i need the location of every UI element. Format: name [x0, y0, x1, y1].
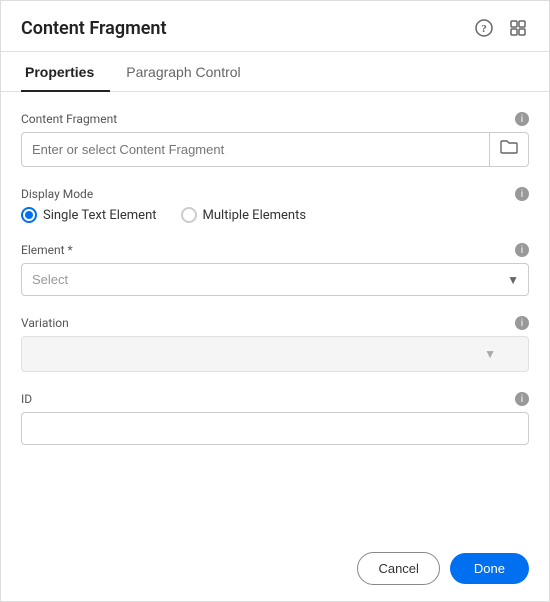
radio-single-input[interactable] [21, 207, 37, 223]
variation-arrow-icon: ▼ [484, 347, 496, 361]
folder-icon [500, 139, 518, 155]
tab-paragraph-control[interactable]: Paragraph Control [122, 52, 256, 92]
header-icons: ? [473, 17, 529, 39]
content-fragment-group: Content Fragment i [21, 112, 529, 167]
display-mode-radio-group: Single Text Element Multiple Elements [21, 207, 529, 223]
variation-label-row: Variation i [21, 316, 529, 330]
display-mode-label-row: Display Mode i [21, 187, 529, 201]
display-mode-info-icon[interactable]: i [515, 187, 529, 201]
help-icon: ? [475, 19, 493, 37]
panel-footer: Cancel Done [1, 536, 549, 601]
variation-select-disabled: ▼ [21, 336, 529, 372]
radio-multiple-input[interactable] [181, 207, 197, 223]
radio-single-label: Single Text Element [43, 208, 157, 223]
radio-single-text-element[interactable]: Single Text Element [21, 207, 157, 223]
variation-group: Variation i ▼ [21, 316, 529, 372]
id-group: ID i [21, 392, 529, 445]
done-button[interactable]: Done [450, 553, 529, 584]
content-fragment-info-icon[interactable]: i [515, 112, 529, 126]
expand-icon-button[interactable] [507, 17, 529, 39]
id-label: ID [21, 392, 32, 406]
content-fragment-input-wrapper [21, 132, 529, 167]
display-mode-label: Display Mode [21, 187, 93, 201]
element-info-icon[interactable]: i [515, 243, 529, 257]
element-select-wrapper: Select ▼ [21, 263, 529, 296]
content-fragment-input[interactable] [22, 134, 489, 165]
element-label-row: Element * i [21, 243, 529, 257]
panel-body: Content Fragment i Display Mode i [1, 92, 549, 536]
element-group: Element * i Select ▼ [21, 243, 529, 296]
element-label: Element * [21, 243, 73, 257]
expand-icon [509, 19, 527, 37]
help-icon-button[interactable]: ? [473, 17, 495, 39]
variation-label: Variation [21, 316, 69, 330]
id-label-row: ID i [21, 392, 529, 406]
element-select[interactable]: Select [21, 263, 529, 296]
folder-button[interactable] [489, 133, 528, 166]
id-input[interactable] [21, 412, 529, 445]
svg-text:?: ? [481, 23, 487, 35]
content-fragment-label-row: Content Fragment i [21, 112, 529, 126]
tab-properties[interactable]: Properties [21, 52, 110, 92]
radio-multiple-elements[interactable]: Multiple Elements [181, 207, 307, 223]
tab-bar: Properties Paragraph Control [1, 52, 549, 92]
variation-info-icon[interactable]: i [515, 316, 529, 330]
panel-title: Content Fragment [21, 18, 167, 39]
panel-header: Content Fragment ? [1, 1, 549, 52]
id-info-icon[interactable]: i [515, 392, 529, 406]
display-mode-group: Display Mode i Single Text Element Multi… [21, 187, 529, 223]
content-fragment-label: Content Fragment [21, 112, 117, 126]
radio-multiple-label: Multiple Elements [203, 208, 307, 223]
content-fragment-panel: Content Fragment ? Properties Paragraph … [0, 0, 550, 602]
cancel-button[interactable]: Cancel [357, 552, 439, 585]
